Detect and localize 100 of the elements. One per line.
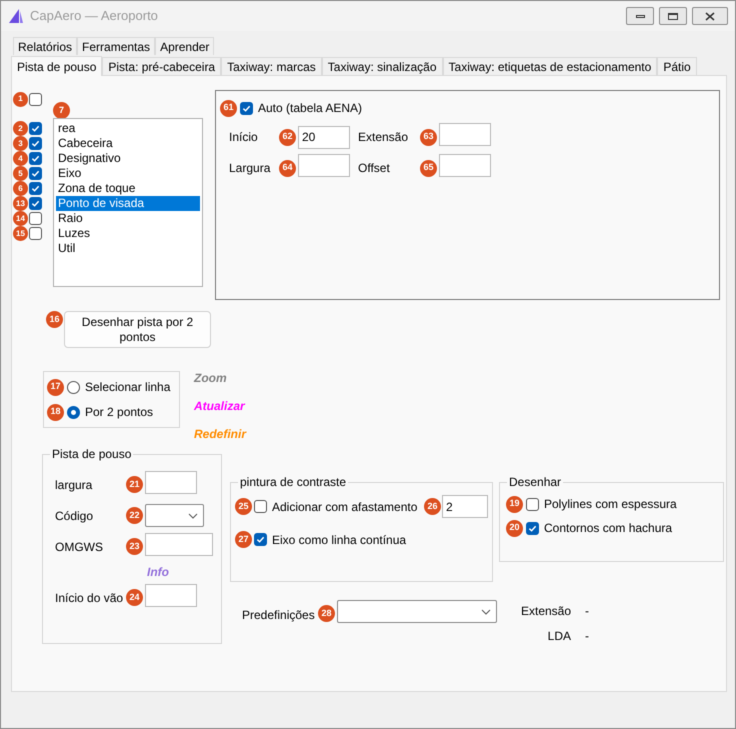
number-badge: 4: [13, 151, 28, 166]
radio-label: Por 2 pontos: [85, 404, 154, 421]
tab[interactable]: Pátio: [657, 57, 697, 75]
radio-button[interactable]: [67, 406, 80, 418]
stat-label: Extensão: [521, 603, 572, 620]
radio-button[interactable]: [67, 380, 80, 394]
input-field[interactable]: 20: [298, 126, 350, 148]
maximize-icon: [668, 12, 678, 20]
maximize-button[interactable]: [659, 7, 687, 25]
list-item[interactable]: rea: [56, 121, 200, 136]
number-badge: 7: [53, 102, 70, 120]
field-label: OMGWS: [55, 538, 104, 556]
chevron-down-icon: [481, 608, 491, 614]
number-badge: 21: [126, 476, 143, 493]
checkmark-icon: [242, 104, 251, 112]
field-label: largura: [55, 476, 94, 494]
input-field[interactable]: [439, 123, 491, 146]
checkbox[interactable]: [29, 167, 42, 180]
stat-label: LDA: [546, 628, 572, 645]
input-field[interactable]: [145, 584, 197, 606]
number-badge: 62: [279, 128, 296, 146]
link[interactable]: Zoom: [194, 368, 246, 396]
draw-runway-button[interactable]: Desenhar pista por 2 pontos: [64, 311, 211, 348]
group-title: Pista de pouso: [50, 446, 134, 462]
checkbox[interactable]: [254, 500, 267, 513]
input-field[interactable]: [145, 470, 197, 494]
number-badge: 25: [235, 498, 252, 515]
minimize-icon: [636, 14, 644, 18]
checkbox[interactable]: [29, 182, 42, 195]
number-badge: 18: [47, 404, 64, 420]
input-field[interactable]: [145, 532, 213, 556]
number-badge: 6: [13, 181, 28, 196]
list-item[interactable]: Zona de toque: [56, 181, 200, 196]
number-badge: 65: [420, 160, 437, 176]
number-badge: 24: [126, 589, 143, 606]
layer-list[interactable]: rea Cabeceira Designativo Eixo Zona de toque Ponto de visada Raio Luzes Util: [53, 118, 203, 287]
tab[interactable]: Aprender: [155, 37, 214, 55]
checkbox[interactable]: [526, 498, 539, 510]
tab[interactable]: Ferramentas: [77, 37, 156, 55]
checkbox[interactable]: [29, 122, 42, 135]
input-field[interactable]: 2: [442, 495, 488, 518]
window-title: CapAero — Aeroporto: [30, 7, 158, 26]
checkbox-label: Polylines com espessura: [544, 496, 677, 513]
dropdown[interactable]: [145, 504, 204, 527]
checkbox[interactable]: [29, 137, 42, 150]
number-badge: 63: [420, 128, 437, 146]
number-badge: 22: [126, 507, 143, 524]
number-badge: 20: [506, 520, 523, 536]
checkmark-icon: [256, 535, 265, 544]
checkbox[interactable]: [254, 533, 267, 546]
checkbox-label: Auto (tabela AENA): [258, 100, 362, 117]
field-label: Código: [55, 508, 94, 524]
list-item[interactable]: Cabeceira: [56, 136, 200, 151]
tab[interactable]: Pista de pouso: [11, 56, 102, 76]
link[interactable]: Info: [147, 562, 169, 582]
input-field[interactable]: [439, 154, 491, 177]
number-badge: 5: [13, 166, 28, 181]
number-badge: 14: [13, 211, 28, 226]
list-item[interactable]: Util: [56, 241, 200, 256]
list-item[interactable]: Raio: [56, 211, 200, 226]
stat-value: -: [585, 628, 590, 645]
sail-logo-icon: [8, 8, 24, 24]
field-label: Offset: [358, 160, 391, 177]
number-badge: 17: [47, 378, 64, 396]
number-badge: 13: [13, 196, 28, 211]
close-icon: [705, 12, 715, 20]
checkbox[interactable]: [29, 212, 42, 225]
checkbox-label: Adicionar com afastamento: [272, 498, 418, 516]
number-badge: 1: [13, 92, 28, 106]
list-item[interactable]: Designativo: [56, 151, 200, 166]
field-label: Largura: [229, 160, 272, 177]
checkbox[interactable]: [29, 92, 42, 106]
checkbox[interactable]: [29, 227, 42, 240]
tab[interactable]: Pista: pré-cabeceira: [102, 57, 222, 75]
minimize-button[interactable]: [626, 7, 654, 25]
checkbox-label: Eixo como linha contínua: [272, 532, 406, 548]
number-badge: 26: [424, 498, 441, 515]
list-item[interactable]: Luzes: [56, 226, 200, 241]
field-label: Extensão: [358, 129, 410, 146]
chevron-down-icon: [188, 512, 198, 518]
close-button[interactable]: [692, 7, 728, 25]
number-badge: 3: [13, 136, 28, 151]
checkbox-label: Contornos com hachura: [544, 520, 672, 537]
dropdown[interactable]: [337, 600, 497, 623]
tab[interactable]: Taxiway: marcas: [221, 57, 322, 75]
number-badge: 19: [506, 496, 523, 512]
checkbox[interactable]: [526, 522, 539, 534]
field-label: Início: [229, 129, 259, 146]
checkbox[interactable]: [29, 152, 42, 165]
input-field[interactable]: [298, 154, 350, 177]
tab[interactable]: Taxiway: sinalização: [322, 57, 443, 75]
tab[interactable]: Taxiway: etiquetas de estacionamento: [442, 57, 658, 75]
tab[interactable]: Relatórios: [13, 37, 78, 55]
number-badge: 28: [318, 605, 335, 622]
list-item[interactable]: Eixo: [56, 166, 200, 181]
group-title: pintura de contraste: [238, 474, 348, 490]
checkbox[interactable]: [29, 197, 42, 210]
field-label: Início do vão: [55, 590, 124, 606]
checkbox[interactable]: [240, 102, 253, 114]
list-item[interactable]: Ponto de visada: [56, 196, 200, 211]
